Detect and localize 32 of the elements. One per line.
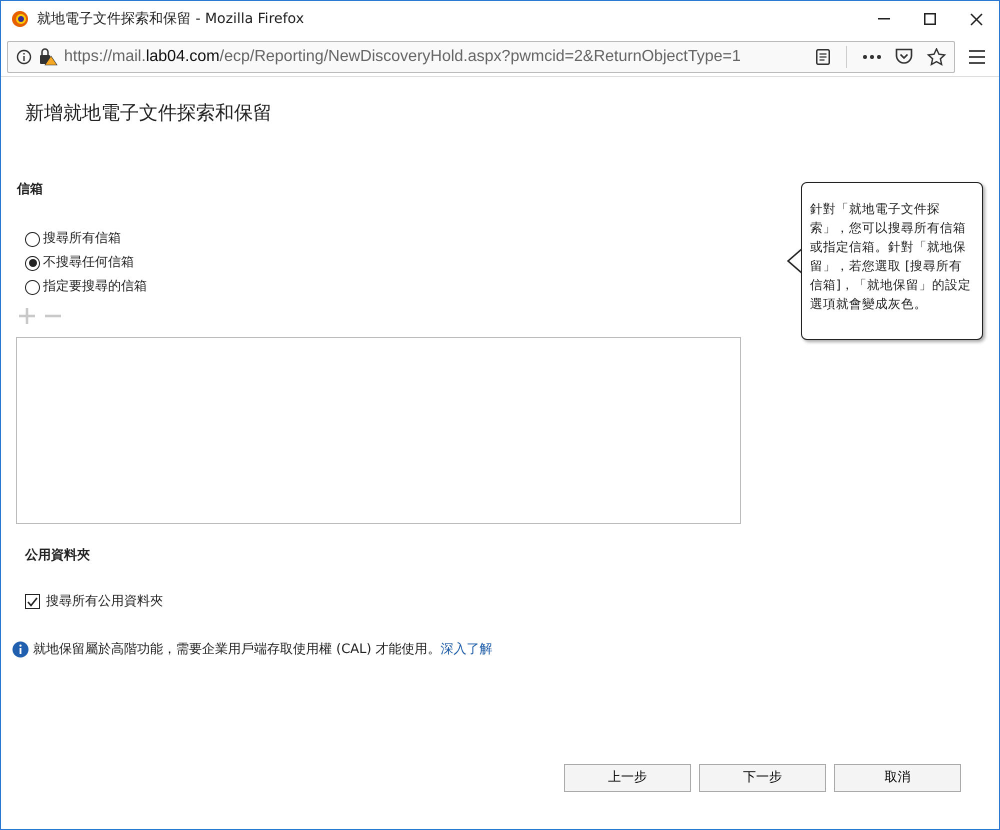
radio-button[interactable] [25,280,40,294]
maximize-icon[interactable] [924,13,936,25]
tooltip-text: 針對「就地電子文件探索」，您可以搜尋所有信箱或指定信箱。針對「就地保留」，若您選取 [搜尋所有信箱]，「就地保留」的設定選項就會變成灰色。 [801,182,983,340]
checkbox[interactable] [25,594,40,609]
wizard-button[interactable]: 取消 [834,764,961,792]
reader-view-icon[interactable] [816,48,830,64]
star-icon[interactable] [927,48,946,66]
url-text: https://mail.lab04.com/ecp/Reporting/NewDiscoveryHold.aspx?pwmcid=2&ReturnObjectType=1 [64,46,742,66]
browser-logo-icon [11,10,29,28]
radio-button[interactable] [25,232,40,246]
learn-more-link[interactable]: 深入了解 [440,642,493,656]
radio-label: 搜尋所有信箱 [43,230,121,248]
radio-label: 指定要搜尋的信箱 [43,278,147,296]
page-title: 新增就地電子文件探索和保留 [25,101,273,126]
pocket-icon[interactable] [895,48,913,65]
wizard-button[interactable]: 上一步 [564,764,691,792]
info-message: 就地保留屬於高階功能，需要企業用戶端存取使用權 (CAL) 才能使用。深入了解 [33,640,493,658]
section-heading: 信箱 [17,180,44,198]
close-icon[interactable] [970,12,982,26]
checkbox-label: 搜尋所有公用資料夾 [46,592,163,611]
menu-icon[interactable] [969,50,985,64]
address-bar[interactable]: https://mail.lab04.com/ecp/Reporting/NewDiscoveryHold.aspx?pwmcid=2&ReturnObjectType=1 [7,40,955,72]
info-icon[interactable] [16,48,32,64]
window-title: 就地電子文件探索和保留 - Mozilla Firefox [37,10,305,28]
lock-warning-icon[interactable] [38,48,58,66]
minimize-icon[interactable] [878,18,890,20]
radio-button[interactable] [25,256,40,270]
more-icon[interactable] [863,54,881,58]
info-icon [12,640,29,658]
wizard-button[interactable]: 下一步 [699,764,826,792]
radio-label: 不搜尋任何信箱 [43,254,134,272]
section-heading: 公用資料夾 [25,547,91,565]
